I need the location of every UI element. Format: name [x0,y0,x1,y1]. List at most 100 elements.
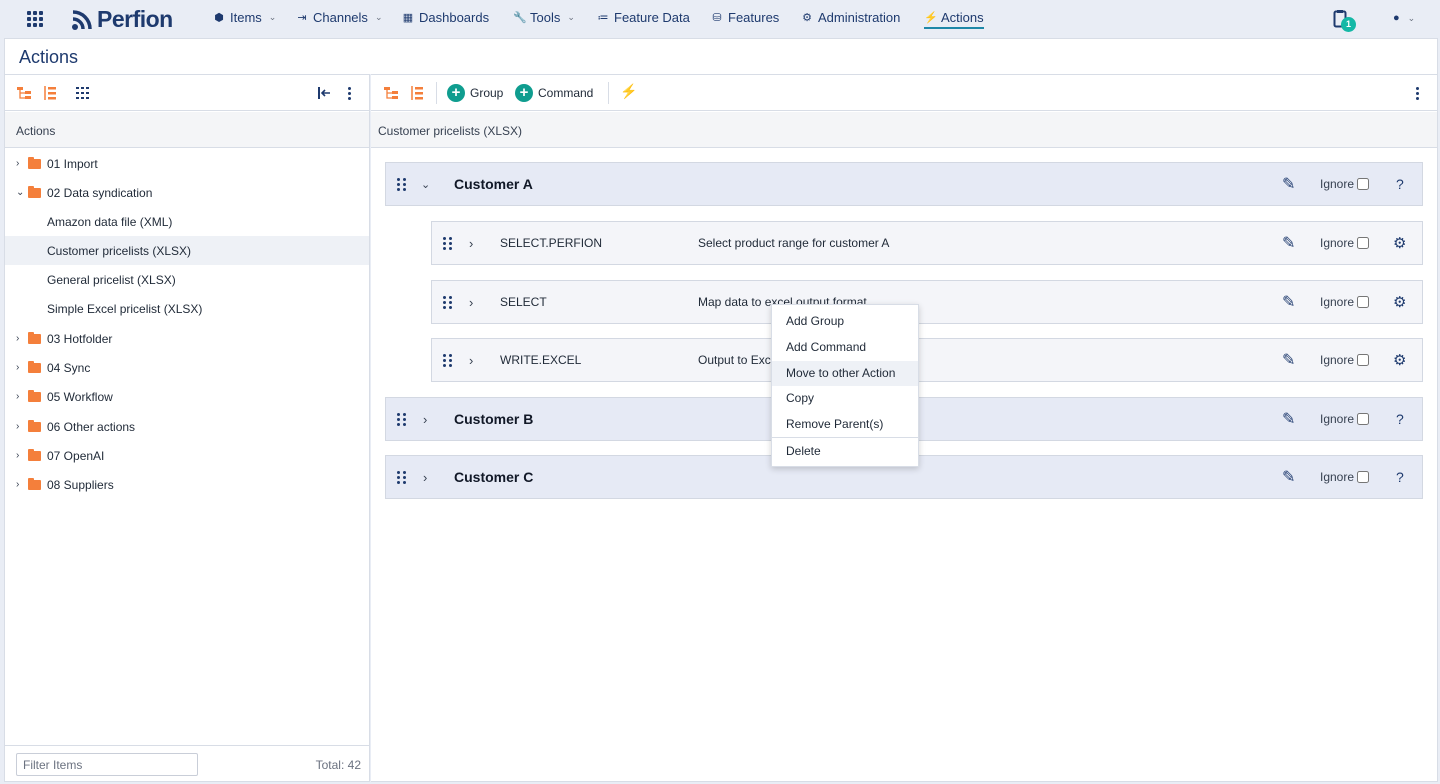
filter-items-input[interactable] [16,753,198,776]
chevron-down-icon[interactable]: ⌄ [16,187,24,198]
tree-view-icon[interactable] [16,85,32,101]
edit-pencil-icon[interactable]: ✎ [1282,350,1295,370]
add-group-button[interactable]: + Group [447,84,503,102]
right-more-menu-icon[interactable] [1416,87,1419,100]
tree-folder-02-data-syndication[interactable]: ⌄ 02 Data syndication [5,178,369,207]
chevron-right-icon[interactable]: › [16,362,19,373]
gear-icon[interactable]: ⚙ [1393,293,1406,311]
edit-pencil-icon[interactable]: ✎ [1282,233,1295,253]
command-card-select-perfion[interactable]: › SELECT.PERFION Select product range fo… [431,221,1423,265]
collapse-panel-icon[interactable] [316,85,332,101]
ignore-toggle[interactable]: Ignore [1320,177,1370,191]
tree-view-icon[interactable] [383,85,399,101]
add-command-label: Command [538,86,594,100]
menu-administration[interactable]: ⚙ Administration [801,10,900,25]
left-more-menu-icon[interactable] [348,87,351,100]
context-menu-add-command[interactable]: Add Command [772,335,918,360]
chevron-down-icon: ⌄ [268,12,277,22]
menu-channels[interactable]: ⇥ Channels ⌄ [296,10,382,25]
gear-icon[interactable]: ⚙ [1393,351,1406,369]
chevron-right-icon[interactable]: › [423,412,427,427]
grid-view-icon[interactable] [75,85,91,101]
ignore-checkbox[interactable] [1357,178,1370,190]
ignore-checkbox[interactable] [1357,354,1370,366]
help-icon[interactable]: ? [1396,176,1404,192]
chevron-down-icon[interactable]: ⌄ [421,178,430,191]
ignore-toggle[interactable]: Ignore [1320,470,1370,484]
chevron-right-icon[interactable]: › [16,333,19,344]
expand-tree-icon[interactable] [409,85,425,101]
edit-pencil-icon[interactable]: ✎ [1282,409,1295,429]
help-icon[interactable]: ? [1396,469,1404,485]
tree-action-simple-excel[interactable]: Simple Excel pricelist (XLSX) [5,294,369,323]
menu-tools[interactable]: 🔧 Tools ⌄ [513,10,575,25]
menu-actions[interactable]: ⚡ Actions [924,10,984,29]
menu-items[interactable]: ⬢ Items ⌄ [213,10,276,25]
drag-handle-icon[interactable] [397,471,406,484]
help-icon[interactable]: ? [1396,411,1404,427]
menu-dashboards[interactable]: ▦ Dashboards [402,10,489,25]
tree-folder-06-other-actions[interactable]: › 06 Other actions [5,412,369,441]
ignore-toggle[interactable]: Ignore [1320,295,1370,309]
menu-actions-label: Actions [941,10,984,25]
command-card-select[interactable]: › SELECT Map data to excel output format… [431,280,1423,324]
tree-item-label: 04 Sync [47,360,91,375]
drag-handle-icon[interactable] [443,354,452,367]
context-menu-remove-parents[interactable]: Remove Parent(s) [772,412,918,437]
context-menu-copy[interactable]: Copy [772,386,918,411]
ignore-checkbox[interactable] [1357,237,1370,249]
menu-channels-label: Channels [313,10,368,25]
drag-handle-icon[interactable] [397,178,406,191]
edit-pencil-icon[interactable]: ✎ [1282,174,1295,194]
chevron-right-icon[interactable]: › [469,236,473,251]
tree-action-general-pricelist[interactable]: General pricelist (XLSX) [5,265,369,294]
run-action-icon[interactable]: ⚡ [620,83,637,100]
add-command-button[interactable]: + Command [515,84,593,102]
user-menu[interactable]: ● ⌄ [1393,12,1415,24]
tree-folder-08-suppliers[interactable]: › 08 Suppliers [5,470,369,499]
menu-features[interactable]: ⛁ Features [711,10,779,25]
chevron-right-icon[interactable]: › [16,450,19,461]
ignore-checkbox[interactable] [1357,296,1370,308]
ignore-checkbox[interactable] [1357,471,1370,483]
chevron-right-icon[interactable]: › [469,353,473,368]
tree-action-customer-pricelists[interactable]: Customer pricelists (XLSX) [5,236,369,265]
context-menu-move-to-other-action[interactable]: Move to other Action [772,361,918,386]
edit-pencil-icon[interactable]: ✎ [1282,292,1295,312]
command-card-write-excel[interactable]: › WRITE.EXCEL Output to Excel ✎ Ignore ⚙ [431,338,1423,382]
context-menu-delete[interactable]: Delete [772,439,918,464]
group-card-customer-a[interactable]: ⌄ Customer A ✎ Ignore ? [385,162,1423,206]
drag-handle-icon[interactable] [443,237,452,250]
drag-handle-icon[interactable] [443,296,452,309]
group-name: Customer B [454,411,534,427]
tree-folder-03-hotfolder[interactable]: › 03 Hotfolder [5,324,369,353]
tree-folder-07-openai[interactable]: › 07 OpenAI [5,441,369,470]
ignore-toggle[interactable]: Ignore [1320,236,1370,250]
gear-icon[interactable]: ⚙ [1393,234,1406,252]
menu-feature-data[interactable]: ≔ Feature Data [597,10,690,25]
tree-folder-04-sync[interactable]: › 04 Sync [5,353,369,382]
tree-folder-05-workflow[interactable]: › 05 Workflow [5,382,369,411]
tree-action-amazon[interactable]: Amazon data file (XML) [5,207,369,236]
wrench-icon: 🔧 [513,12,527,24]
drag-handle-icon[interactable] [397,413,406,426]
chevron-right-icon[interactable]: › [469,295,473,310]
chevron-right-icon[interactable]: › [423,470,427,485]
ignore-toggle[interactable]: Ignore [1320,353,1370,367]
chevron-right-icon[interactable]: › [16,158,19,169]
ignore-checkbox[interactable] [1357,413,1370,425]
ignore-toggle[interactable]: Ignore [1320,412,1370,426]
app-launcher-icon[interactable] [27,11,43,27]
tree-item-label: Simple Excel pricelist (XLSX) [47,301,203,316]
edit-pencil-icon[interactable]: ✎ [1282,467,1295,487]
ignore-label: Ignore [1320,412,1355,426]
context-menu-add-group[interactable]: Add Group [772,309,918,334]
tree-folder-01-import[interactable]: › 01 Import [5,149,369,178]
context-menu-divider [772,437,918,438]
expand-tree-icon[interactable] [42,85,58,101]
right-panel-header: Customer pricelists (XLSX) [371,112,1437,148]
chevron-right-icon[interactable]: › [16,479,19,490]
total-count: Total: 42 [315,758,361,772]
chevron-right-icon[interactable]: › [16,421,19,432]
chevron-right-icon[interactable]: › [16,391,19,402]
